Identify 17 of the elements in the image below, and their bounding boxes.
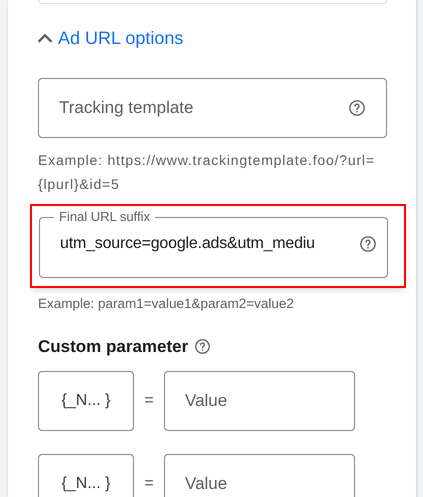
value-field[interactable]: Value: [164, 370, 355, 430]
help-icon[interactable]: [194, 338, 212, 356]
section-toggle[interactable]: Ad URL options: [34, 25, 184, 52]
section-heading: Custom parameter: [38, 336, 188, 358]
value-field[interactable]: Value: [164, 454, 355, 497]
equals-sign: =: [143, 474, 155, 494]
hint-text: Example: https://www.trackingtemplate.foo/?url={lpurl}&id=5: [38, 151, 376, 194]
hint-text: Example: param1=value1&param2=value2: [38, 295, 295, 313]
parameter-name-field[interactable]: {_N... }: [38, 370, 134, 430]
equals-sign: =: [143, 390, 155, 410]
field-value: utm_source=google.ads&utm_mediu: [60, 234, 315, 254]
tracking-template-field[interactable]: Tracking template: [38, 78, 387, 138]
help-icon[interactable]: [359, 235, 377, 253]
parameter-name-field[interactable]: {_N... }: [38, 454, 134, 497]
field-label: Final URL suffix: [58, 208, 152, 226]
help-icon[interactable]: [348, 99, 366, 117]
text-field[interactable]: [38, 0, 387, 4]
